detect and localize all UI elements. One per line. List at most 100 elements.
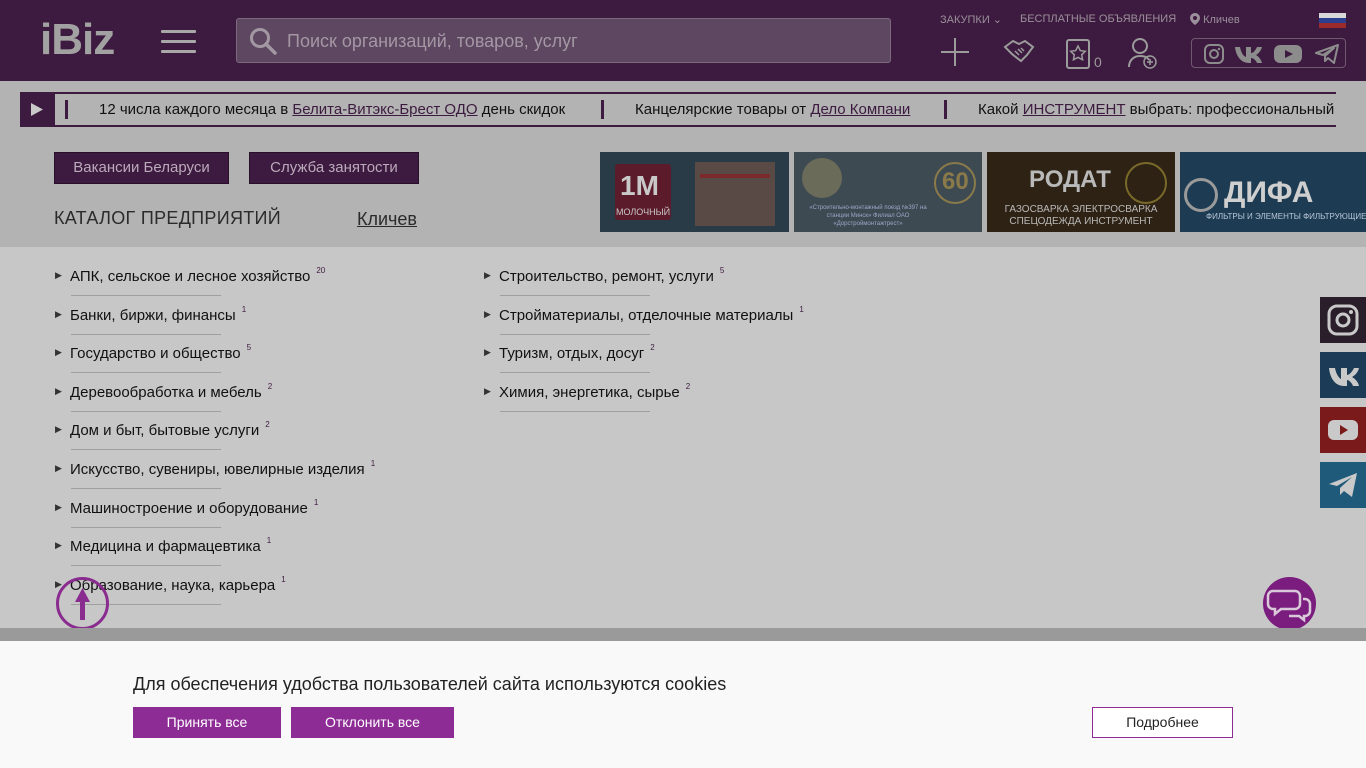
ticker-separator	[65, 100, 68, 119]
category-item[interactable]: ▶ Туризм, отдых, досуг 2	[484, 343, 655, 363]
site-logo[interactable]: iBiz	[40, 18, 115, 62]
category-item[interactable]: ▶ Государство и общество 5	[55, 343, 251, 362]
add-icon[interactable]	[940, 37, 970, 72]
accept-all-button[interactable]: Принять все	[133, 707, 281, 738]
add-user-icon[interactable]	[1128, 37, 1158, 74]
category-label: Строительство, ремонт, услуги	[499, 268, 714, 285]
triangle-right-icon: ▶	[55, 270, 62, 280]
favorites-star-icon[interactable]	[1066, 39, 1090, 74]
banner-emblem	[802, 158, 842, 198]
triangle-right-icon: ▶	[55, 308, 62, 319]
category-item[interactable]: ▶ Дом и быт, бытовые услуги 2	[55, 420, 270, 439]
banner-difa[interactable]: ДИФА ФИЛЬТРЫ И ЭЛЕМЕНТЫ ФИЛЬТРУЮЩИЕ	[1180, 152, 1366, 232]
footer-shade	[0, 628, 1366, 641]
vacancies-button[interactable]: Вакансии Беларуси	[54, 152, 229, 184]
ticker-link[interactable]: ИНСТРУМЕНТ	[1023, 101, 1126, 118]
chat-button[interactable]	[1263, 577, 1316, 630]
category-item[interactable]: ▶ АПК, сельское и лесное хозяйство 20	[55, 266, 326, 285]
cookie-text: Для обеспечения удобства пользователей с…	[133, 674, 727, 694]
banner-anniversary-badge	[1125, 162, 1167, 204]
banner-stripe	[700, 174, 770, 178]
banner-1m-molochny[interactable]: 1М МОЛОЧНЫЙ	[600, 152, 789, 232]
triangle-right-icon: ▶	[484, 347, 491, 358]
arrow-up-icon	[75, 588, 90, 620]
side-vk-button[interactable]	[1320, 352, 1366, 398]
category-label: Машиностроение и оборудование	[70, 499, 308, 517]
side-youtube-button[interactable]	[1320, 407, 1366, 453]
side-instagram-button[interactable]	[1320, 297, 1366, 343]
telegram-icon	[1329, 473, 1357, 497]
menu-burger-icon[interactable]	[161, 30, 196, 54]
scroll-up-button[interactable]	[56, 577, 109, 630]
category-item[interactable]: ▶ Строительство, ремонт, услуги 5	[484, 266, 725, 285]
banner-title: 1М	[620, 170, 659, 201]
city-label: Кличев	[1203, 14, 1240, 26]
category-label: Туризм, отдых, досуг	[499, 345, 645, 363]
category-count: 5	[719, 266, 725, 275]
category-item[interactable]: ▶ Машиностроение и оборудование 1	[55, 497, 319, 517]
vk-icon	[1329, 368, 1359, 386]
ticker-text: Канцелярские товары от	[635, 101, 811, 118]
search-icon	[249, 27, 277, 60]
city-selector[interactable]: Кличев	[1190, 13, 1240, 26]
favorites-count: 0	[1094, 54, 1102, 70]
banner-rodat[interactable]: РОДАТ ГАЗОСВАРКА ЭЛЕКТРОСВАРКА СПЕЦОДЕЖД…	[987, 152, 1175, 232]
side-telegram-button[interactable]	[1320, 462, 1366, 508]
category-divider	[500, 333, 650, 335]
reject-all-button[interactable]: Отклонить все	[291, 707, 454, 738]
handshake-icon[interactable]	[1003, 37, 1037, 72]
instagram-icon[interactable]	[1204, 44, 1224, 64]
category-label: Банки, биржи, финансы	[70, 306, 236, 324]
search-placeholder: Поиск организаций, товаров, услуг	[287, 31, 578, 51]
category-item[interactable]: ▶ Банки, биржи, финансы 1	[55, 305, 246, 324]
category-divider	[71, 410, 221, 412]
youtube-icon	[1328, 420, 1358, 440]
ticker-link[interactable]: Белита-Витэкс-Брест ОДО	[292, 101, 477, 118]
chat-icon	[1266, 589, 1312, 623]
category-label: Искусство, сувениры, ювелирные изделия	[70, 461, 365, 478]
purchases-link[interactable]: ЗАКУПКИ ⌄	[940, 13, 1002, 26]
category-item[interactable]: ▶ Химия, энергетика, сырье 2	[484, 382, 690, 401]
catalog-city-link[interactable]: Кличев	[357, 209, 417, 230]
ticker-item: 12 числа каждого месяца в Белита-Витэкс-…	[99, 101, 565, 118]
banner-smp-397[interactable]: 60 «Строительно-монтажный поезд №397 на …	[794, 152, 982, 232]
social-links-top	[1191, 38, 1346, 68]
banner-title: 60	[942, 168, 969, 195]
ticker-link[interactable]: Дело Компани	[810, 101, 910, 118]
site-header: iBiz Поиск организаций, товаров, услуг З…	[0, 0, 1366, 81]
category-item[interactable]: ▶ Стройматериалы, отделочные материалы 1	[484, 304, 804, 324]
category-label: АПК, сельское и лесное хозяйство	[70, 268, 311, 285]
category-item[interactable]: ▶ Искусство, сувениры, ювелирные изделия 1	[55, 459, 375, 478]
triangle-right-icon: ▶	[55, 501, 62, 512]
category-divider	[71, 333, 221, 335]
banner-subtitle: «Строительно-монтажный поезд №397 на ста…	[809, 205, 927, 227]
category-label: Стройматериалы, отделочные материалы	[499, 306, 794, 324]
language-flag-icon[interactable]	[1319, 13, 1346, 28]
category-count: 1	[799, 304, 804, 314]
category-divider	[71, 372, 221, 374]
free-ads-link[interactable]: БЕСПЛАТНЫЕ ОБЪЯВЛЕНИЯ	[1020, 13, 1176, 25]
search-input[interactable]: Поиск организаций, товаров, услуг	[236, 18, 891, 63]
banner-building-image	[695, 162, 775, 226]
banner-subtitle: ФИЛЬТРЫ И ЭЛЕМЕНТЫ ФИЛЬТРУЮЩИЕ	[1206, 212, 1366, 221]
banner-subtitle: ГАЗОСВАРКА ЭЛЕКТРОСВАРКА СПЕЦОДЕЖДА ИНСТ…	[1004, 204, 1158, 227]
triangle-right-icon: ▶	[55, 540, 62, 551]
youtube-icon[interactable]	[1274, 44, 1302, 64]
more-details-button[interactable]: Подробнее	[1092, 707, 1233, 738]
category-count: 1	[313, 497, 319, 507]
vk-icon[interactable]	[1234, 44, 1264, 64]
telegram-icon[interactable]	[1315, 44, 1339, 64]
employment-service-button[interactable]: Служба занятости	[249, 152, 419, 184]
category-count: 1	[266, 536, 272, 546]
triangle-right-icon: ▶	[484, 270, 491, 280]
triangle-right-icon: ▶	[484, 385, 491, 396]
category-count: 2	[650, 343, 655, 353]
ticker-text: день скидок	[477, 101, 566, 118]
banner-title: ДИФА	[1224, 176, 1314, 209]
ticker-item: Какой ИНСТРУМЕНТ выбрать: профессиональн…	[978, 101, 1336, 118]
category-item[interactable]: ▶ Деревообработка и мебель 2	[55, 382, 272, 401]
ticker-play-button[interactable]	[20, 94, 55, 125]
banner-logo	[1184, 178, 1218, 212]
category-count: 20	[316, 266, 326, 275]
category-item[interactable]: ▶ Медицина и фармацевтика 1	[55, 536, 272, 555]
